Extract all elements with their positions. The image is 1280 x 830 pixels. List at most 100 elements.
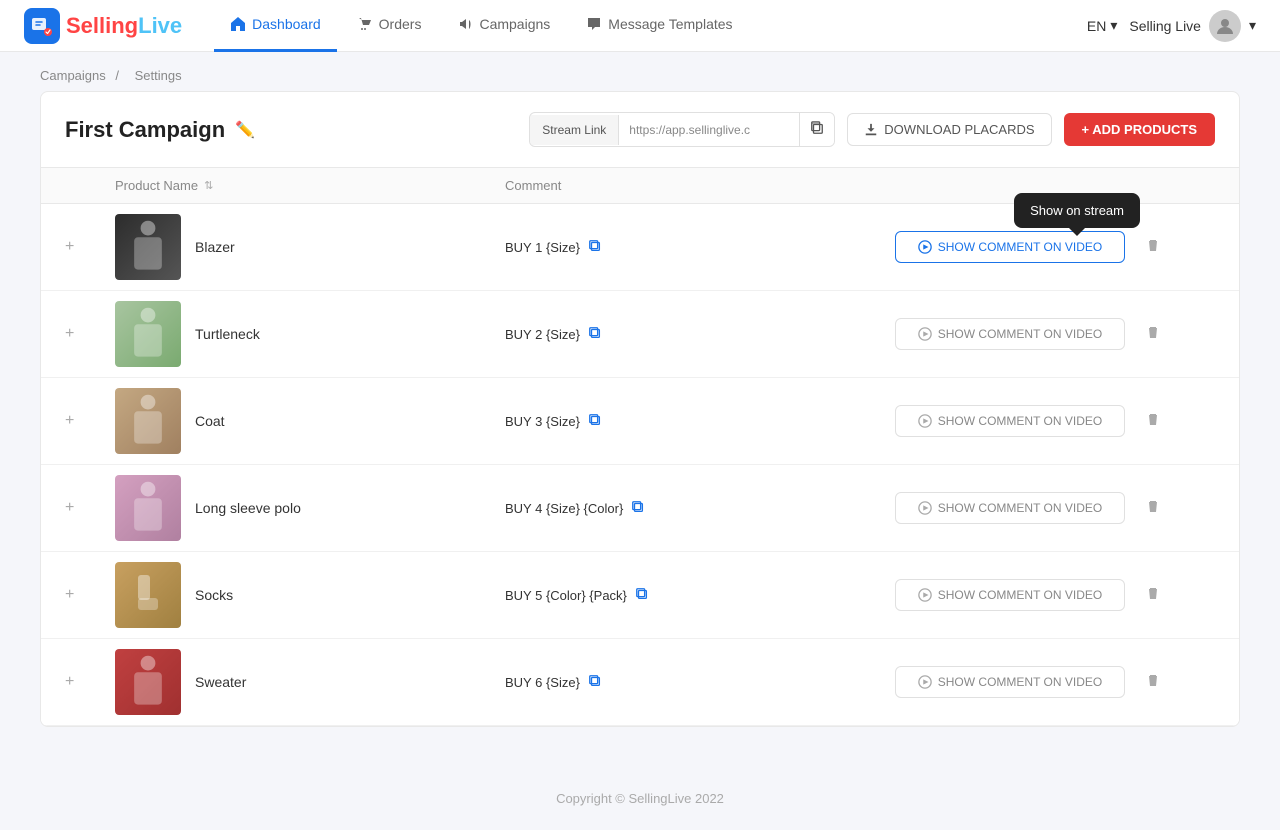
stream-link-label: Stream Link: [530, 115, 619, 145]
download-icon: [864, 123, 878, 137]
nav-campaigns[interactable]: Campaigns: [441, 0, 566, 52]
comment-text-4: BUY 4 {Size} {Color}: [505, 501, 623, 516]
product-name-6: Sweater: [195, 674, 246, 690]
show-comment-btn-1[interactable]: SHOW COMMENT ON VIDEO: [895, 231, 1125, 263]
trash-icon: [1145, 237, 1161, 253]
actions-cell-5: SHOW COMMENT ON VIDEO: [895, 579, 1175, 611]
breadcrumb-campaigns[interactable]: Campaigns: [40, 68, 106, 83]
copy-comment-icon-3[interactable]: [588, 413, 602, 430]
comment-text-3: BUY 3 {Size}: [505, 414, 580, 429]
download-placards-button[interactable]: DOWNLOAD PLACARDS: [847, 113, 1051, 146]
product-name-2: Turtleneck: [195, 326, 260, 342]
comment-text-6: BUY 6 {Size}: [505, 675, 580, 690]
product-name-1: Blazer: [195, 239, 235, 255]
product-image-socks: [115, 562, 181, 628]
product-name-4: Long sleeve polo: [195, 500, 301, 516]
copy-comment-icon-5[interactable]: [635, 587, 649, 604]
product-image-turtleneck: [115, 301, 181, 367]
delete-product-btn-6[interactable]: [1137, 668, 1169, 697]
edit-icon[interactable]: ✏️: [235, 120, 255, 140]
copy-comment-icon-4[interactable]: [631, 500, 645, 517]
nav-dashboard[interactable]: Dashboard: [214, 0, 337, 52]
chevron-down-icon-user: ▾: [1249, 17, 1256, 34]
delete-product-btn-1[interactable]: [1137, 233, 1169, 262]
comment-text-5: BUY 5 {Color} {Pack}: [505, 588, 627, 603]
row-expand-1[interactable]: +: [65, 238, 115, 256]
actions-cell-6: SHOW COMMENT ON VIDEO: [895, 666, 1175, 698]
stream-link-input[interactable]: [619, 115, 799, 145]
actions-cell-2: SHOW COMMENT ON VIDEO: [895, 318, 1175, 350]
product-image-polo: [115, 475, 181, 541]
row-expand-2[interactable]: +: [65, 325, 115, 343]
comment-cell-5: BUY 5 {Color} {Pack}: [505, 587, 895, 604]
product-cell-5: Socks: [115, 562, 505, 628]
comment-cell-2: BUY 2 {Size}: [505, 326, 895, 343]
breadcrumb: Campaigns / Settings: [0, 52, 1280, 91]
show-comment-btn-2[interactable]: SHOW COMMENT ON VIDEO: [895, 318, 1125, 350]
actions-cell-1: SHOW COMMENT ON VIDEO: [895, 231, 1175, 263]
main-content: First Campaign ✏️ Add this link at the e…: [0, 91, 1280, 767]
delete-product-btn-5[interactable]: [1137, 581, 1169, 610]
copy-icon: [810, 121, 824, 135]
app-header: SellingLive Dashboard Orders Campaigns M…: [0, 0, 1280, 52]
row-expand-5[interactable]: +: [65, 586, 115, 604]
product-cell-2: Turtleneck: [115, 301, 505, 367]
chat-icon: [586, 16, 602, 32]
comment-cell-4: BUY 4 {Size} {Color}: [505, 500, 895, 517]
comment-cell-3: BUY 3 {Size}: [505, 413, 895, 430]
main-nav: Dashboard Orders Campaigns Message Templ…: [214, 0, 1087, 52]
comment-text-2: BUY 2 {Size}: [505, 327, 580, 342]
avatar: [1209, 10, 1241, 42]
play-circle-icon: [918, 501, 932, 515]
logo-text: SellingLive: [66, 13, 182, 39]
product-name-5: Socks: [195, 587, 233, 603]
play-circle-icon: [918, 414, 932, 428]
show-comment-btn-4[interactable]: SHOW COMMENT ON VIDEO: [895, 492, 1125, 524]
copy-comment-icon-6[interactable]: [588, 674, 602, 691]
logo[interactable]: SellingLive: [24, 8, 182, 44]
copy-link-button[interactable]: [799, 113, 834, 146]
play-circle-icon: [918, 675, 932, 689]
chevron-down-icon: ▾: [1110, 17, 1117, 34]
trash-icon: [1145, 411, 1161, 427]
copy-comment-icon-1[interactable]: [588, 239, 602, 256]
trash-icon: [1145, 498, 1161, 514]
campaign-header: First Campaign ✏️ Add this link at the e…: [41, 92, 1239, 168]
trash-icon: [1145, 585, 1161, 601]
nav-message-templates[interactable]: Message Templates: [570, 0, 748, 52]
show-comment-btn-3[interactable]: SHOW COMMENT ON VIDEO: [895, 405, 1125, 437]
product-image-coat: [115, 388, 181, 454]
add-products-button[interactable]: + ADD PRODUCTS: [1064, 113, 1215, 146]
delete-product-btn-3[interactable]: [1137, 407, 1169, 436]
table-row: + Blazer BUY 1 {Size}: [41, 204, 1239, 291]
delete-product-btn-4[interactable]: [1137, 494, 1169, 523]
megaphone-icon: [457, 16, 473, 32]
product-table: + Blazer BUY 1 {Size}: [41, 204, 1239, 726]
row-expand-3[interactable]: +: [65, 412, 115, 430]
campaign-title-area: First Campaign ✏️: [65, 117, 255, 143]
copy-comment-icon-2[interactable]: [588, 326, 602, 343]
logo-icon: [24, 8, 60, 44]
show-comment-btn-6[interactable]: SHOW COMMENT ON VIDEO: [895, 666, 1125, 698]
show-comment-btn-5[interactable]: SHOW COMMENT ON VIDEO: [895, 579, 1125, 611]
header-actions: Stream Link DOWNLOAD PLACARDS + ADD PROD…: [529, 112, 1215, 147]
product-cell-1: Blazer: [115, 214, 505, 280]
sort-icon[interactable]: ⇅: [204, 179, 213, 192]
row-expand-6[interactable]: +: [65, 673, 115, 691]
col-comment: Comment: [505, 178, 895, 193]
nav-orders[interactable]: Orders: [341, 0, 438, 52]
play-circle-icon: [918, 588, 932, 602]
home-icon: [230, 16, 246, 32]
comment-text-1: BUY 1 {Size}: [505, 240, 580, 255]
cart-icon: [357, 16, 373, 32]
delete-product-btn-2[interactable]: [1137, 320, 1169, 349]
campaign-title: First Campaign: [65, 117, 225, 143]
language-selector[interactable]: EN ▾: [1087, 17, 1117, 34]
user-menu[interactable]: Selling Live ▾: [1129, 10, 1256, 42]
product-image-blazer: [115, 214, 181, 280]
product-name-3: Coat: [195, 413, 225, 429]
table-row: + Socks BUY 5 {Color} {Pack}: [41, 552, 1239, 639]
trash-icon: [1145, 672, 1161, 688]
product-image-sweater: [115, 649, 181, 715]
row-expand-4[interactable]: +: [65, 499, 115, 517]
